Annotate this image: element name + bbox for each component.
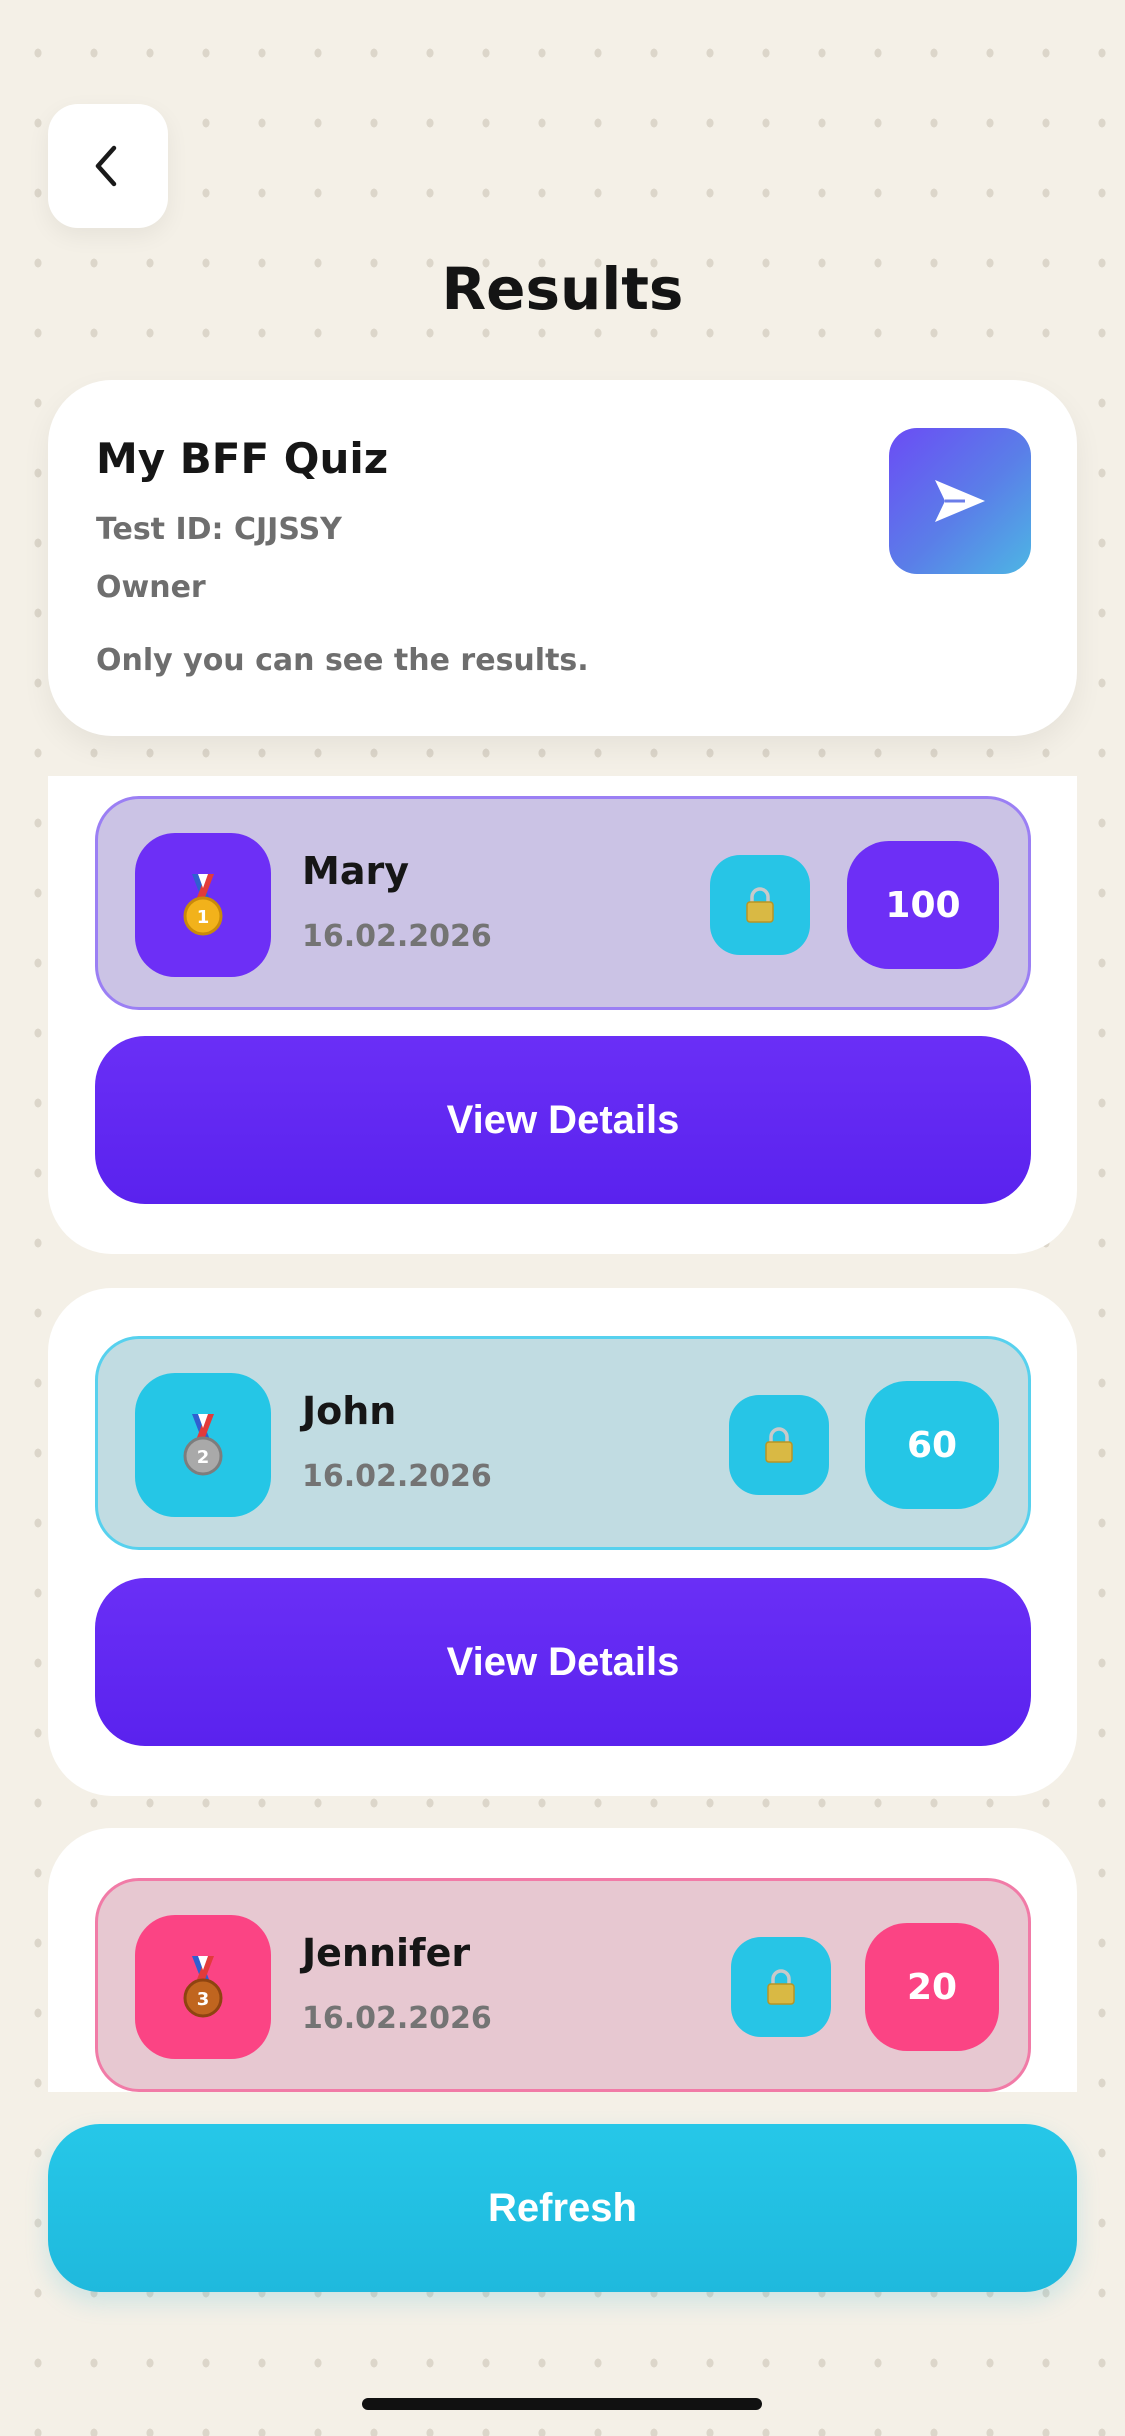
page-title: Results: [441, 255, 684, 323]
score-badge: 100: [847, 841, 999, 969]
home-indicator: [362, 2398, 762, 2410]
view-details-button[interactable]: View Details: [95, 1036, 1031, 1204]
back-button[interactable]: [48, 104, 168, 228]
rank-number: 1: [197, 907, 210, 928]
score-badge: 20: [865, 1923, 999, 2051]
quiz-privacy-note: Only you can see the results.: [96, 643, 589, 678]
result-row: 3 Jennifer 16.02.2026 20: [95, 1878, 1031, 2092]
silver-medal-icon: 2: [183, 1414, 223, 1476]
result-card: 1 Mary 16.02.2026 100 View Details: [48, 776, 1077, 1254]
lock-icon: [767, 1969, 795, 2005]
player-name: John: [302, 1389, 397, 1433]
rank-medal: 1: [135, 833, 271, 977]
gold-medal-icon: 1: [183, 874, 223, 936]
share-button[interactable]: [889, 428, 1031, 574]
paper-plane-icon: [935, 480, 985, 522]
view-details-button[interactable]: View Details: [95, 1578, 1031, 1746]
player-name: Jennifer: [302, 1931, 471, 1975]
rank-number: 3: [197, 1989, 210, 2010]
lock-button[interactable]: [731, 1937, 831, 2037]
chevron-left-icon: [95, 145, 117, 187]
bronze-medal-icon: 3: [183, 1956, 223, 2018]
result-card: 3 Jennifer 16.02.2026 20: [48, 1828, 1077, 2092]
quiz-info-card: My BFF Quiz Test ID: CJJSSY Owner Only y…: [48, 380, 1077, 736]
rank-medal: 2: [135, 1373, 271, 1517]
quiz-role: Owner: [96, 570, 206, 605]
refresh-button[interactable]: Refresh: [48, 2124, 1077, 2292]
lock-icon: [765, 1427, 793, 1463]
result-date: 16.02.2026: [302, 2001, 492, 2036]
lock-icon: [746, 887, 774, 923]
rank-medal: 3: [135, 1915, 271, 2059]
rank-number: 2: [197, 1447, 210, 1468]
player-name: Mary: [302, 849, 409, 893]
result-row: 2 John 16.02.2026 60: [95, 1336, 1031, 1550]
quiz-title: My BFF Quiz: [96, 434, 389, 483]
lock-button[interactable]: [710, 855, 810, 955]
lock-button[interactable]: [729, 1395, 829, 1495]
result-card: 2 John 16.02.2026 60 View Details: [48, 1288, 1077, 1796]
score-badge: 60: [865, 1381, 999, 1509]
quiz-test-id: Test ID: CJJSSY: [96, 512, 342, 547]
result-date: 16.02.2026: [302, 919, 492, 954]
result-date: 16.02.2026: [302, 1459, 492, 1494]
result-row: 1 Mary 16.02.2026 100: [95, 796, 1031, 1010]
